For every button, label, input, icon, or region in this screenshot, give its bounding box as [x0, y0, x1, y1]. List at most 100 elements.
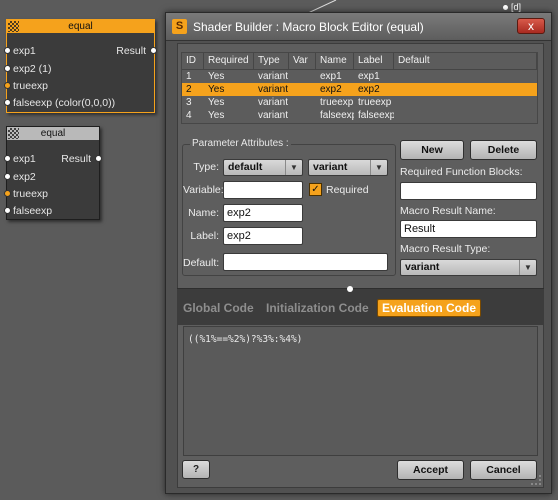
port-row: exp2 (1)	[4, 62, 154, 76]
port-row: trueexp	[4, 79, 154, 93]
new-button[interactable]: New	[400, 140, 464, 160]
input-port-icon[interactable]	[4, 65, 11, 72]
label-field[interactable]: exp2	[223, 227, 303, 245]
input-port-icon[interactable]	[4, 173, 11, 180]
cell-name: exp1	[320, 71, 342, 82]
shader-builder-icon: S	[172, 19, 187, 34]
port-row: exp1 Result	[4, 152, 102, 166]
result-name-label: Macro Result Name:	[400, 205, 496, 217]
port-label: exp1	[13, 45, 36, 57]
close-button[interactable]: x	[517, 18, 545, 34]
type-select[interactable]: default ▼	[223, 159, 303, 176]
required-checkbox[interactable]: ✓	[309, 183, 322, 196]
chevron-down-icon: ▼	[519, 260, 536, 275]
connector-dot	[503, 5, 508, 10]
table-header: ID Required Type Var Name Label Default	[182, 53, 537, 70]
parameter-attributes-group: Parameter Attributes : Type: default ▼ v…	[182, 138, 396, 276]
port-row: exp2	[4, 170, 99, 184]
resize-grip-icon[interactable]	[531, 475, 541, 485]
cell-type: variant	[258, 84, 289, 95]
cell-var	[289, 70, 316, 83]
table-row[interactable]: 3 Yes variant trueexp trueexp	[182, 96, 537, 109]
port-row: exp1 Result	[4, 44, 157, 58]
cell-id: 4	[186, 110, 192, 121]
cell-required: Yes	[208, 110, 225, 121]
result-type-value: variant	[405, 261, 440, 273]
input-port-icon[interactable]	[4, 99, 11, 106]
variable-field[interactable]	[223, 181, 303, 199]
column-header-default[interactable]: Default	[394, 53, 537, 69]
table-row[interactable]: 1 Yes variant exp1 exp1	[182, 70, 537, 83]
column-header-type[interactable]: Type	[254, 53, 289, 69]
output-label: Result	[116, 45, 146, 57]
equal-node-selected[interactable]: equal exp1 Result exp2 (1) trueexp false…	[4, 19, 157, 113]
port-label: exp1	[13, 153, 36, 165]
cell-id: 2	[186, 84, 192, 95]
port-label: exp2	[13, 171, 36, 183]
output-port-icon[interactable]	[95, 155, 102, 162]
dialog-titlebar[interactable]: S Shader Builder : Macro Block Editor (e…	[166, 13, 551, 41]
output-port-icon[interactable]	[150, 47, 157, 54]
required-blocks-field[interactable]	[400, 182, 537, 200]
type2-select[interactable]: variant ▼	[308, 159, 388, 176]
macro-block-editor-dialog: S Shader Builder : Macro Block Editor (e…	[165, 12, 552, 494]
delete-button[interactable]: Delete	[470, 140, 537, 160]
required-blocks-label: Required Function Blocks:	[400, 166, 523, 178]
input-port-icon[interactable]	[4, 47, 11, 54]
cell-id: 3	[186, 97, 192, 108]
column-header-label[interactable]: Label	[354, 53, 394, 69]
tab-global-code[interactable]: Global Code	[183, 301, 254, 315]
cell-label: falseexp	[358, 110, 394, 121]
result-type-select[interactable]: variant ▼	[400, 259, 537, 276]
port-row: falseexp	[4, 204, 99, 218]
cell-label: exp1	[358, 71, 380, 82]
cell-name: falseexp	[320, 110, 354, 121]
port-label: falseexp (color(0,0,0))	[13, 97, 116, 109]
output-label: Result	[61, 153, 91, 165]
column-header-var[interactable]: Var	[289, 53, 316, 69]
tab-evaluation-code[interactable]: Evaluation Code	[377, 299, 482, 317]
default-field[interactable]	[223, 253, 388, 271]
cell-required: Yes	[208, 71, 225, 82]
grip-icon[interactable]	[8, 128, 19, 139]
cell-name: exp2	[320, 84, 342, 95]
table-row[interactable]: 4 Yes variant falseexp falseexp	[182, 109, 537, 122]
port-row: falseexp (color(0,0,0))	[4, 96, 154, 110]
code-editor[interactable]: ((%1%==%2%)?%3%:%4%)	[183, 326, 538, 456]
cell-type: variant	[258, 110, 289, 121]
label-label: Label:	[190, 230, 219, 242]
accept-button[interactable]: Accept	[397, 460, 464, 480]
result-name-field[interactable]: Result	[400, 220, 537, 238]
name-field[interactable]: exp2	[223, 204, 303, 222]
column-header-required[interactable]: Required	[204, 53, 254, 69]
equal-node[interactable]: equal exp1 Result exp2 trueexp falseexp	[4, 126, 102, 220]
cell-label: trueexp	[358, 97, 392, 108]
input-port-icon[interactable]	[4, 82, 11, 89]
parameter-table[interactable]: ID Required Type Var Name Label Default …	[181, 52, 538, 124]
required-label: Required	[326, 184, 369, 196]
type-label: Type:	[193, 161, 219, 173]
cell-name: trueexp	[320, 97, 354, 108]
code-text: ((%1%==%2%)?%3%:%4%)	[188, 334, 303, 345]
chevron-down-icon: ▼	[370, 160, 387, 175]
port-label: falseexp	[13, 205, 53, 217]
column-header-id[interactable]: ID	[182, 53, 204, 69]
node-header[interactable]: equal	[7, 127, 99, 140]
cell-required: Yes	[208, 97, 225, 108]
input-port-icon[interactable]	[4, 207, 11, 214]
splitter-handle-icon[interactable]	[347, 286, 353, 292]
cell-var	[289, 83, 316, 96]
column-header-name[interactable]: Name	[316, 53, 354, 69]
cancel-button[interactable]: Cancel	[470, 460, 537, 480]
port-label: exp2 (1)	[13, 63, 52, 75]
cell-var	[289, 96, 316, 109]
input-port-icon[interactable]	[4, 155, 11, 162]
group-title: Parameter Attributes :	[190, 138, 291, 149]
tab-initialization-code[interactable]: Initialization Code	[266, 301, 369, 315]
input-port-icon[interactable]	[4, 190, 11, 197]
variable-label: Variable:	[183, 184, 224, 196]
help-button[interactable]: ?	[182, 460, 210, 479]
grip-icon[interactable]	[8, 21, 19, 32]
node-header[interactable]: equal	[7, 20, 154, 33]
table-row-selected[interactable]: 2 Yes variant exp2 exp2	[182, 83, 537, 96]
